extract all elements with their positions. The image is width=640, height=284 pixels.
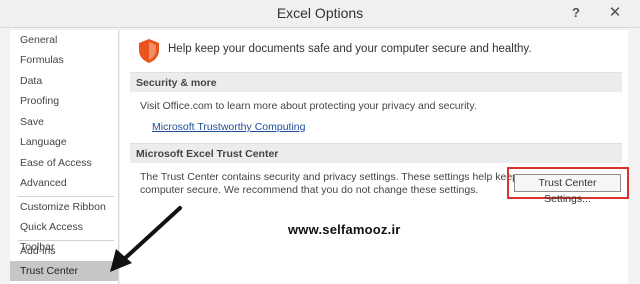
panel-header: Help keep your documents safe and your c…	[134, 36, 614, 66]
window-title: Excel Options	[276, 5, 364, 21]
panel-header-text: Help keep your documents safe and your c…	[168, 43, 532, 55]
shield-icon	[139, 39, 159, 63]
sidebar-item-general[interactable]: General	[10, 30, 118, 50]
trust-center-description-line1: The Trust Center contains security and p…	[140, 171, 542, 183]
title-bar: Excel Options ? ✕	[0, 0, 640, 28]
pointer-arrow-icon	[110, 206, 182, 272]
close-button[interactable]: ✕	[604, 3, 626, 23]
help-button[interactable]: ?	[565, 3, 587, 23]
sidebar-item-formulas[interactable]: Formulas	[10, 50, 118, 70]
watermark-text: www.selfamooz.ir	[288, 222, 401, 237]
security-description: Visit Office.com to learn more about pro…	[140, 100, 477, 112]
trust-center-settings-button[interactable]: Trust Center Settings...	[514, 174, 621, 205]
sidebar-item-ease-of-access[interactable]: Ease of Access	[10, 153, 118, 173]
sidebar-item-language[interactable]: Language	[10, 132, 118, 152]
trust-center-description-line2: computer secure. We recommend that you d…	[140, 184, 479, 196]
sidebar-item-proofing[interactable]: Proofing	[10, 91, 118, 111]
trust-center-section-heading: Microsoft Excel Trust Center	[130, 143, 622, 163]
sidebar-item-data[interactable]: Data	[10, 71, 118, 91]
security-section-heading: Security & more	[130, 72, 622, 92]
sidebar-item-save[interactable]: Save	[10, 112, 118, 132]
trustworthy-computing-link[interactable]: Microsoft Trustworthy Computing	[152, 121, 305, 133]
excel-options-window: Excel Options ? ✕ General Formulas Data …	[0, 0, 640, 284]
sidebar-item-advanced[interactable]: Advanced	[10, 173, 118, 193]
